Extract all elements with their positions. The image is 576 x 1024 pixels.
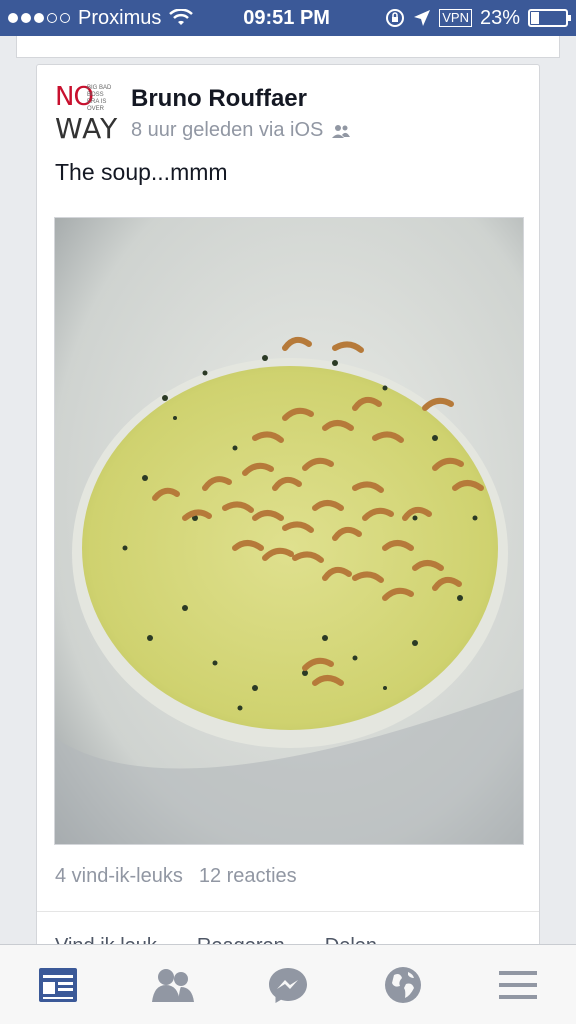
share-button[interactable]: Delen [325,935,377,944]
battery-icon [528,9,571,27]
signal-strength-icon [8,13,70,23]
tab-more[interactable] [486,953,550,1017]
news-feed-icon [38,967,77,1002]
reaction-counts: 4 vind-ik-leuks 12 reacties [55,865,297,888]
tab-friend-requests[interactable] [141,953,205,1017]
tab-news-feed[interactable] [26,953,90,1017]
notifications-globe-icon [385,966,422,1003]
vpn-badge: VPN [439,9,472,27]
post-text: The soup...mmm [55,159,228,185]
news-feed[interactable]: NO BIG BAD BOSS ERA IS OVER WAY Bruno Ro… [0,36,576,944]
comments-count[interactable]: 12 reacties [199,865,297,888]
location-arrow-icon [414,10,431,26]
status-bar: Proximus 09:51 PM VPN 23% [0,0,576,36]
post-header: NO BIG BAD BOSS ERA IS OVER WAY Bruno Ro… [37,65,539,145]
comment-button[interactable]: Reageren [197,935,285,944]
messenger-icon [268,967,307,1003]
post-timestamp[interactable]: 8 uur geleden via iOS [131,119,323,142]
tab-bar [0,944,576,1024]
battery-percent: 23% [479,6,520,29]
rotation-lock-icon [386,9,405,27]
previous-post-card [16,36,560,58]
wifi-icon [169,9,194,25]
divider [37,911,539,912]
more-menu-icon [499,970,538,999]
author-name[interactable]: Bruno Rouffaer [131,85,351,113]
friend-requests-icon [151,968,194,1002]
avatar[interactable]: NO BIG BAD BOSS ERA IS OVER WAY [55,83,117,145]
carrier-name: Proximus [78,6,162,29]
like-button[interactable]: Vind ik leuk [55,935,157,944]
post-card: NO BIG BAD BOSS ERA IS OVER WAY Bruno Ro… [36,64,540,944]
post-actions: Vind ik leuk Reageren Delen [55,935,377,944]
soup-photo-image [55,218,523,844]
avatar-logo-bottom: WAY [55,112,119,145]
tab-messenger[interactable] [256,953,320,1017]
post-meta: 8 uur geleden via iOS [131,119,351,142]
clock: 09:51 PM [243,6,330,29]
likes-count[interactable]: 4 vind-ik-leuks [55,865,183,888]
tab-notifications[interactable] [371,953,435,1017]
friends-privacy-icon [332,124,351,138]
avatar-logo-small: BIG BAD BOSS ERA IS OVER [87,85,112,112]
post-photo[interactable] [54,217,524,845]
